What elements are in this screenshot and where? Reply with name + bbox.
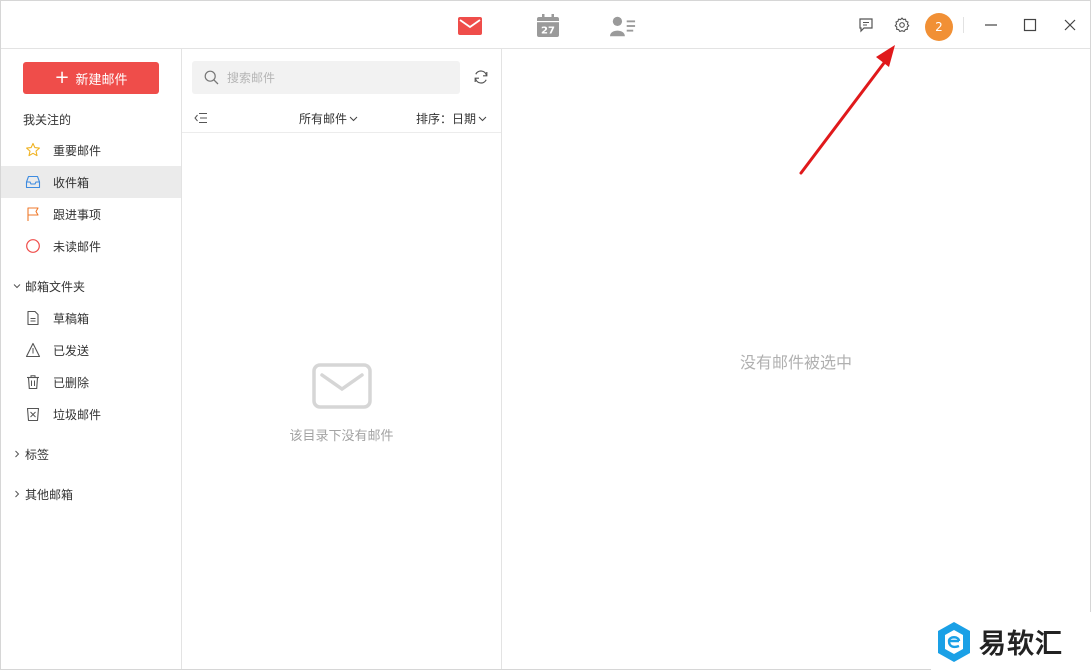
calendar-day-text: 27: [541, 26, 555, 37]
watermark: 易软汇: [931, 612, 1091, 670]
nav-mail-button[interactable]: [457, 13, 483, 39]
chevron-down-icon: [478, 114, 487, 123]
feedback-button[interactable]: [856, 15, 876, 35]
focus-section-heading: 我关注的: [23, 113, 72, 127]
close-icon: [1064, 19, 1076, 31]
no-selection-text: 没有邮件被选中: [739, 353, 852, 372]
refresh-icon: [474, 70, 488, 84]
empty-list-text: 该目录下没有邮件: [289, 429, 394, 444]
draft-icon: [25, 310, 41, 326]
sidebar-item-deleted[interactable]: 已删除: [1, 366, 181, 398]
folders-group-toggle[interactable]: 邮箱文件夹: [1, 275, 181, 297]
spam-icon: [25, 406, 41, 422]
titlebar-divider: [963, 17, 964, 33]
sort-dropdown[interactable]: 排序：日期: [416, 110, 487, 127]
close-button[interactable]: [1060, 15, 1080, 35]
refresh-button[interactable]: [472, 68, 490, 86]
reading-pane: 没有邮件被选中: [502, 49, 1090, 669]
sidebar: + 新建邮件 我关注的 重要邮件 收件箱 跟进事项 未读邮件 邮箱文件夹 草稿箱…: [1, 49, 182, 669]
mail-icon: [458, 17, 482, 35]
sidebar-item-label: 重要邮件: [53, 143, 102, 158]
settings-button[interactable]: [892, 15, 912, 35]
calendar-icon: 27: [537, 14, 559, 37]
sidebar-item-unread[interactable]: 未读邮件: [1, 230, 181, 262]
tags-group-toggle[interactable]: 标签: [1, 443, 181, 465]
inbox-icon: [25, 174, 41, 190]
sidebar-item-sent[interactable]: 已发送: [1, 334, 181, 366]
chevron-right-icon: [11, 490, 23, 498]
tags-heading: 标签: [25, 447, 50, 462]
contacts-icon: [610, 16, 636, 37]
search-input[interactable]: [227, 70, 447, 85]
avatar-badge-text: 2: [935, 20, 943, 34]
unread-circle-icon: [25, 238, 41, 254]
search-box: [192, 61, 460, 94]
gear-icon: [894, 17, 910, 33]
sidebar-item-label: 已发送: [53, 343, 90, 358]
mail-list-panel: 所有邮件 排序：日期 该目录下没有邮件: [182, 49, 502, 669]
flag-icon: [25, 206, 41, 222]
chevron-down-icon: [349, 114, 358, 123]
chevron-right-icon: [11, 450, 23, 458]
mail-filter-dropdown[interactable]: 所有邮件: [299, 110, 358, 127]
star-icon: [25, 142, 41, 158]
watermark-text: 易软汇: [979, 629, 1063, 660]
sidebar-item-important[interactable]: 重要邮件: [1, 134, 181, 166]
maximize-icon: [1023, 18, 1037, 32]
collapse-sidebar-button[interactable]: [194, 111, 208, 125]
nav-contacts-button[interactable]: [610, 13, 636, 39]
empty-envelope-icon: [311, 363, 372, 409]
other-mailboxes-heading: 其他邮箱: [25, 487, 74, 502]
sidebar-item-label: 跟进事项: [53, 207, 102, 222]
sidebar-item-spam[interactable]: 垃圾邮件: [1, 398, 181, 430]
sidebar-item-label: 草稿箱: [53, 311, 90, 326]
user-avatar[interactable]: 2: [925, 13, 953, 41]
plus-icon: +: [54, 67, 70, 88]
watermark-logo-icon: [938, 621, 970, 662]
chat-bubble-icon: [859, 18, 873, 33]
title-bar: 27 2: [1, 1, 1090, 49]
sidebar-item-label: 已删除: [53, 375, 90, 390]
sort-label: 排序：日期: [416, 112, 477, 126]
filter-bar: 所有邮件 排序：日期: [182, 105, 501, 133]
maximize-button[interactable]: [1020, 15, 1040, 35]
nav-calendar-button[interactable]: 27: [535, 13, 561, 39]
compose-button[interactable]: + 新建邮件: [23, 62, 159, 94]
compose-label: 新建邮件: [75, 72, 128, 88]
sent-icon: [25, 342, 41, 358]
trash-icon: [25, 374, 41, 390]
sidebar-item-followup[interactable]: 跟进事项: [1, 198, 181, 230]
empty-list-placeholder: 该目录下没有邮件: [182, 363, 501, 444]
collapse-list-icon: [194, 113, 207, 123]
search-icon: [204, 70, 219, 85]
sidebar-item-label: 收件箱: [53, 175, 90, 190]
minimize-icon: [985, 24, 997, 26]
chevron-down-icon: [11, 282, 23, 290]
sidebar-item-label: 垃圾邮件: [53, 407, 102, 422]
mail-filter-label: 所有邮件: [299, 112, 348, 126]
folders-heading: 邮箱文件夹: [25, 279, 86, 294]
other-mailboxes-toggle[interactable]: 其他邮箱: [1, 483, 181, 505]
sidebar-item-drafts[interactable]: 草稿箱: [1, 302, 181, 334]
minimize-button[interactable]: [981, 15, 1001, 35]
sidebar-item-inbox[interactable]: 收件箱: [1, 166, 181, 198]
sidebar-item-label: 未读邮件: [53, 239, 102, 254]
mail-app-window: 27 2 + 新建邮件 我关注的 重要邮件 收件箱 跟进事项 未读邮件 邮箱文件…: [0, 0, 1091, 670]
